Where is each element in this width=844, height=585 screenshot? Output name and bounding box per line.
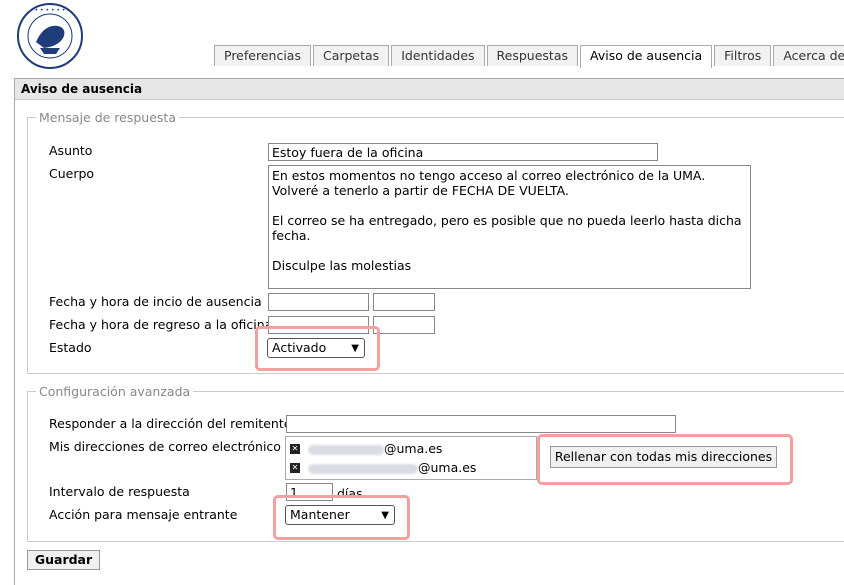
return-time-input[interactable] — [373, 316, 435, 334]
status-select[interactable]: Activado ▼ — [267, 338, 365, 358]
action-select-value: Mantener — [290, 507, 350, 522]
panel-title: Aviso de ausencia — [15, 79, 844, 100]
address-item[interactable]: ✕ @uma.es — [286, 439, 442, 459]
tab-aviso-de-ausencia[interactable]: Aviso de ausencia — [580, 45, 713, 68]
tab-filtros[interactable]: Filtros — [714, 45, 772, 66]
start-time-input[interactable] — [373, 293, 435, 311]
redacted-username — [308, 463, 418, 474]
subject-input[interactable] — [268, 143, 658, 161]
settings-tabs: Preferencias Carpetas Identidades Respue… — [214, 45, 844, 68]
subject-label: Asunto — [49, 143, 93, 158]
tab-carpetas[interactable]: Carpetas — [312, 45, 390, 66]
body-textarea[interactable]: En estos momentos no tengo acceso al cor… — [268, 165, 751, 289]
reply-message-legend: Mensaje de respuesta — [39, 110, 176, 125]
chevron-down-icon: ▼ — [351, 343, 359, 354]
fill-all-addresses-button[interactable]: Rellenar con todas mis direcciones — [550, 446, 777, 468]
return-date-label: Fecha y hora de regreso a la oficina — [49, 317, 273, 332]
start-date-input[interactable] — [268, 293, 369, 311]
status-label: Estado — [49, 340, 92, 355]
tab-respuestas[interactable]: Respuestas — [486, 45, 579, 66]
start-date-label: Fecha y hora de incio de ausencia — [49, 294, 262, 309]
addresses-list: ✕ @uma.es ✕ @uma.es — [285, 436, 537, 480]
address-domain: @uma.es — [384, 441, 443, 456]
svg-text:• • • • • •: • • • • • • — [35, 7, 66, 14]
action-select[interactable]: Mantener ▼ — [285, 505, 395, 525]
body-label: Cuerpo — [49, 166, 95, 181]
address-item[interactable]: ✕ @uma.es — [286, 458, 476, 478]
redacted-username — [308, 444, 384, 455]
save-button[interactable]: Guardar — [27, 550, 100, 570]
advanced-settings-legend: Configuración avanzada — [39, 384, 191, 399]
chevron-down-icon: ▼ — [381, 510, 389, 521]
action-label: Acción para mensaje entrante — [49, 507, 238, 522]
interval-label: Intervalo de respuesta — [49, 484, 190, 499]
address-domain: @uma.es — [418, 460, 477, 475]
reply-to-label: Responder a la dirección del remitente — [49, 416, 292, 431]
tab-identidades[interactable]: Identidades — [391, 45, 485, 66]
remove-x-icon[interactable]: ✕ — [290, 444, 300, 454]
status-select-value: Activado — [272, 340, 327, 355]
addresses-label: Mis direcciones de correo electrónico — [49, 439, 281, 454]
remove-x-icon[interactable]: ✕ — [290, 463, 300, 473]
reply-to-input[interactable] — [286, 415, 676, 433]
tab-preferencias[interactable]: Preferencias — [214, 45, 311, 66]
tab-acerca-de[interactable]: Acerca de — [773, 45, 844, 66]
university-seal-logo: • • • • • • — [17, 3, 83, 69]
